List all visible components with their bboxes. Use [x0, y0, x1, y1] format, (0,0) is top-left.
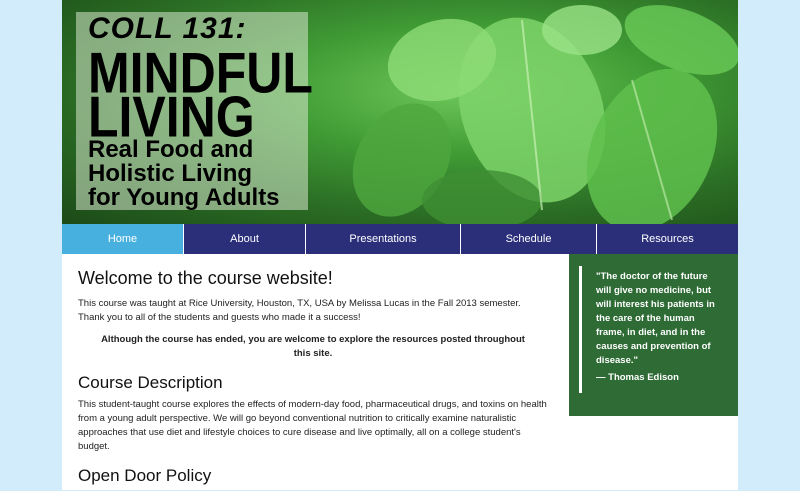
main-nav: Home About Presentations Schedule Resour… [62, 224, 738, 254]
quote-sidebar: "The doctor of the future will give no m… [569, 254, 738, 416]
nav-schedule[interactable]: Schedule [461, 224, 597, 254]
nav-home[interactable]: Home [62, 224, 184, 254]
page-container: COLL 131: MINDFUL LIVING Real Food and H… [62, 0, 738, 490]
welcome-heading: Welcome to the course website! [78, 268, 333, 288]
course-ended-notice: Although the course has ended, you are w… [101, 334, 525, 359]
nav-resources[interactable]: Resources [597, 224, 738, 254]
quote-bar [579, 266, 582, 393]
welcome-text: This course was taught at Rice Universit… [78, 298, 521, 323]
header-banner: COLL 131: MINDFUL LIVING Real Food and H… [62, 0, 738, 224]
open-door-policy-heading: Open Door Policy [78, 466, 212, 485]
course-description-heading: Course Description [78, 373, 223, 392]
course-subtitle-line-3: for Young Adults [88, 184, 280, 211]
course-description-text: This student-taught course explores the … [78, 399, 547, 452]
quote-author: — Thomas Edison [596, 372, 679, 383]
nav-about[interactable]: About [184, 224, 306, 254]
course-subtitle-line-2: Holistic Living [88, 160, 253, 187]
main-content: Welcome to the course website! This cour… [78, 268, 548, 491]
course-subtitle-line-1: Real Food and [88, 136, 254, 163]
quote-text: "The doctor of the future will give no m… [596, 271, 715, 366]
nav-presentations[interactable]: Presentations [306, 224, 461, 254]
